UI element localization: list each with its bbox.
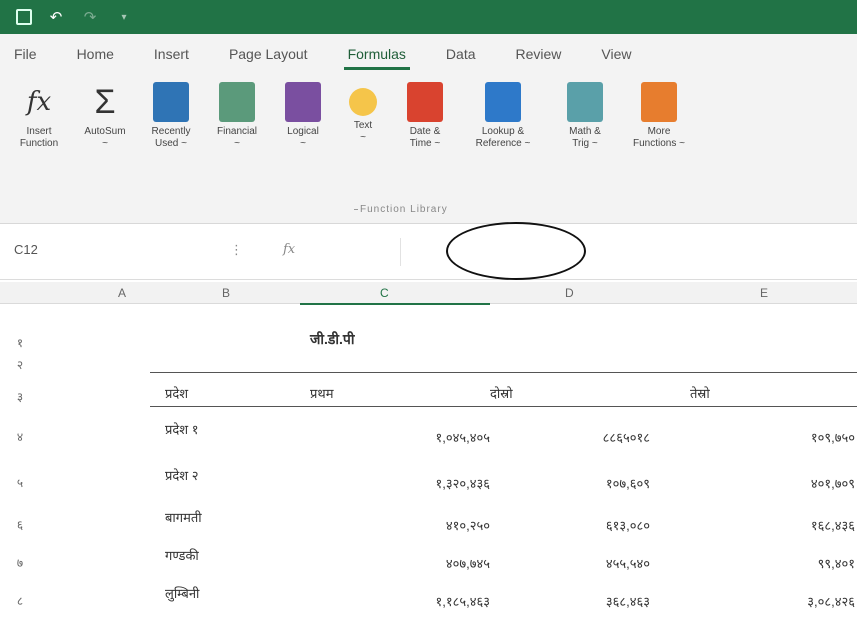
- financial-icon: [219, 82, 255, 122]
- tab-formulas[interactable]: Formulas: [343, 38, 410, 70]
- table-cell[interactable]: ४०७,७४५: [330, 554, 490, 572]
- lookup-reference-icon: [485, 82, 521, 122]
- autosum-icon: Σ: [94, 82, 116, 121]
- table-cell[interactable]: १,०४५,४०५: [330, 428, 490, 446]
- header-bottom-border: [150, 406, 857, 407]
- logical-icon: [285, 82, 321, 122]
- title-bar: ↶ ↷ ▾: [0, 0, 857, 34]
- table-cell[interactable]: १,१८५,४६३: [330, 592, 490, 610]
- more-functions-icon: [641, 82, 677, 122]
- table-cell[interactable]: ४५५,५४०: [500, 554, 650, 572]
- header-cell-first[interactable]: प्रथम: [310, 384, 333, 402]
- table-top-border: [150, 372, 857, 373]
- spreadsheet-grid[interactable]: A B C D E १ जी.डी.पी २ ३ प्रदेश प्रथम दो…: [0, 282, 857, 618]
- text-icon: [349, 88, 377, 116]
- row-header[interactable]: १: [0, 334, 40, 351]
- table-cell[interactable]: १,३२०,४३६: [330, 474, 490, 492]
- recently-used-button[interactable]: Recently Used ~: [138, 82, 204, 150]
- table-row[interactable]: लुम्बिनी: [165, 584, 199, 602]
- table-row[interactable]: गण्डकी: [165, 546, 199, 564]
- formula-bar: C12 ⋮ fx: [0, 226, 857, 280]
- table-cell[interactable]: ४०१,७०९: [690, 474, 855, 492]
- math-trig-button[interactable]: Math & Trig ~: [552, 82, 618, 150]
- customize-icon[interactable]: ▾: [114, 7, 134, 27]
- lookup-reference-button[interactable]: Lookup & Reference ~: [470, 82, 536, 150]
- ribbon-formulas: fx Insert Function Σ AutoSum ~ Recently …: [0, 74, 857, 224]
- undo-icon[interactable]: ↶: [46, 7, 66, 27]
- table-cell[interactable]: १०९,७५०: [690, 428, 855, 446]
- table-cell[interactable]: ४१०,२५०: [330, 516, 490, 534]
- highlight-ellipse: [446, 222, 586, 280]
- insert-function-button[interactable]: fx Insert Function: [6, 82, 72, 150]
- column-header-a[interactable]: A: [118, 286, 126, 300]
- header-cell-third[interactable]: तेस्रो: [690, 384, 710, 402]
- table-cell[interactable]: ३,०८,४२६: [690, 592, 855, 610]
- redo-icon[interactable]: ↷: [80, 7, 100, 27]
- table-cell[interactable]: १६८,४३६: [690, 516, 855, 534]
- row-header[interactable]: ४: [0, 428, 40, 445]
- autosum-button[interactable]: Σ AutoSum ~: [72, 82, 138, 150]
- table-row[interactable]: बागमती: [165, 508, 202, 526]
- table-cell[interactable]: ९९,४०१: [690, 554, 855, 572]
- column-headers: A B C D E: [0, 282, 857, 305]
- tab-file[interactable]: File: [10, 38, 41, 70]
- row-header[interactable]: २: [0, 356, 40, 373]
- header-cell-province[interactable]: प्रदेश: [165, 384, 188, 402]
- table-row[interactable]: प्रदेश १: [165, 420, 199, 438]
- math-trig-icon: [567, 82, 603, 122]
- name-box[interactable]: C12: [10, 242, 170, 264]
- column-header-b[interactable]: B: [222, 286, 230, 300]
- text-button[interactable]: Text ~: [330, 82, 396, 144]
- row-header[interactable]: ६: [0, 516, 40, 533]
- recently-used-icon: [153, 82, 189, 122]
- row-header[interactable]: ३: [0, 388, 40, 405]
- table-cell[interactable]: ६१३,०८०: [500, 516, 650, 534]
- column-selection-indicator: [300, 303, 490, 305]
- save-icon[interactable]: [16, 9, 32, 25]
- tab-page-layout[interactable]: Page Layout: [225, 38, 312, 70]
- formula-buttons: ⋮ fx: [230, 242, 295, 258]
- cancel-icon[interactable]: ⋮: [230, 242, 243, 258]
- row-header[interactable]: ५: [0, 474, 40, 491]
- function-library-group-label: Function Library: [354, 204, 448, 215]
- table-cell[interactable]: ३६८,४६३: [500, 592, 650, 610]
- tab-insert[interactable]: Insert: [150, 38, 193, 70]
- insert-function-icon: fx: [26, 87, 52, 117]
- logical-button[interactable]: Logical ~: [270, 82, 336, 150]
- table-row[interactable]: प्रदेश २: [165, 466, 199, 484]
- table-title[interactable]: जी.डी.पी: [310, 330, 355, 349]
- date-time-button[interactable]: Date & Time ~: [392, 82, 458, 150]
- tab-review[interactable]: Review: [512, 38, 566, 70]
- tab-view[interactable]: View: [597, 38, 635, 70]
- column-header-e[interactable]: E: [760, 286, 768, 300]
- tab-home[interactable]: Home: [73, 38, 118, 70]
- row-header[interactable]: ७: [0, 554, 40, 571]
- date-time-icon: [407, 82, 443, 122]
- ribbon-tabs: File Home Insert Page Layout Formulas Da…: [0, 34, 857, 74]
- tab-data[interactable]: Data: [442, 38, 480, 70]
- table-cell[interactable]: ८८६५०१८: [500, 428, 650, 446]
- more-functions-button[interactable]: More Functions ~: [626, 82, 692, 150]
- header-cell-second[interactable]: दोस्रो: [490, 384, 513, 402]
- row-header[interactable]: ८: [0, 592, 40, 609]
- financial-button[interactable]: Financial ~: [204, 82, 270, 150]
- column-header-c[interactable]: C: [380, 286, 389, 300]
- fx-icon[interactable]: fx: [283, 242, 295, 258]
- column-header-d[interactable]: D: [565, 286, 574, 300]
- table-cell[interactable]: १०७,६०९: [500, 474, 650, 492]
